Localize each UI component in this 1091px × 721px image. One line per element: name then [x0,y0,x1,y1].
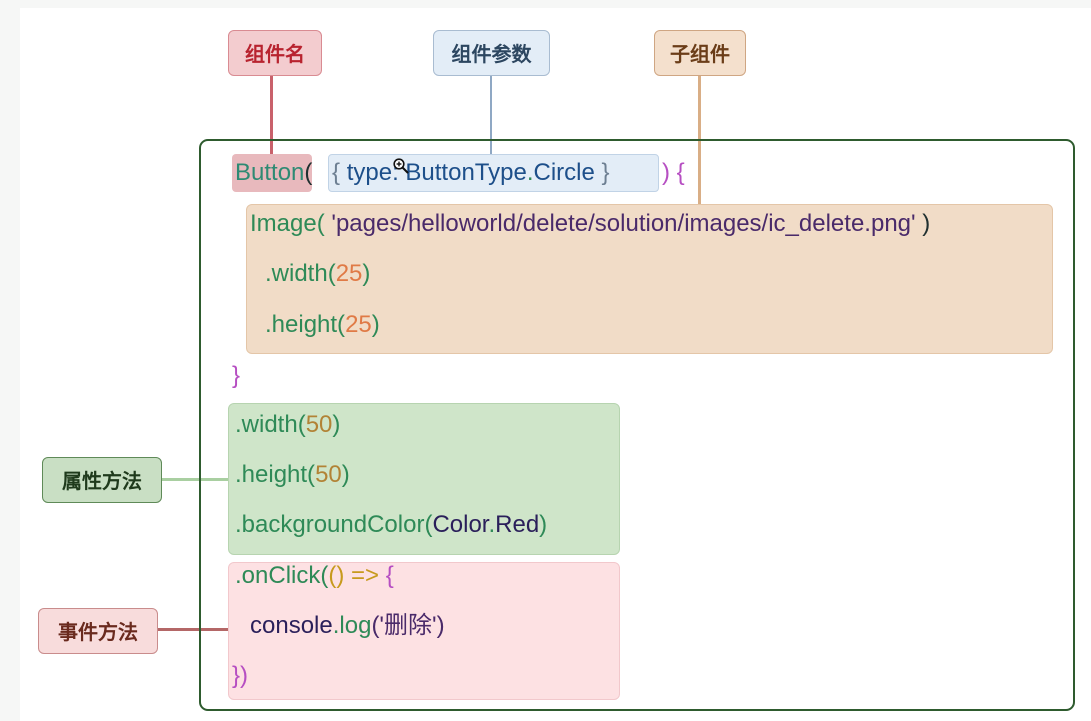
code-line-console: console.log('删除') [250,611,445,641]
code-line-attr-height: .height(50) [235,460,350,490]
code-attr-width-val: 50 [305,411,333,438]
code-arrow-brace: { [385,562,394,589]
code-attr-height-close: ) [341,461,350,488]
code-onclick: .onClick( [235,562,329,589]
code-attr-bg-value: Red [495,511,540,538]
code-image-close: ) [922,210,931,237]
code-attr-bg: .backgroundColor( [235,511,433,538]
code-child-width: .width( [265,260,336,287]
code-child-width-close: ) [362,260,371,287]
code-line-children-close: } [232,361,240,391]
label-child-component: 子组件 [654,30,746,76]
code-attr-height: .height( [235,461,316,488]
label-attribute-methods: 属性方法 [42,457,162,503]
code-brace-close: } [601,159,610,186]
code-child-height-val: 25 [345,311,372,338]
code-line-image: Image( 'pages/helloworld/delete/solution… [250,209,930,239]
code-attr-bg-close: ) [539,511,548,538]
code-line-close: ) { [662,158,685,188]
code-open-paren: ( [304,159,313,186]
code-param-key: type [346,159,393,186]
code-attr-bg-enum: Color [432,511,489,538]
code-attr-width: .width( [235,411,306,438]
code-line-child-height: .height(25) [265,310,380,340]
code-children-close: } [232,362,241,389]
code-line-child-width: .width(25) [265,259,370,289]
code-line-attr-bg: .backgroundColor(Color.Red) [235,510,547,540]
label-component-params: 组件参数 [433,30,550,76]
code-log: log [339,612,372,639]
code-line-onclick: .onClick(() => { [235,561,394,591]
label-component-name: 组件名 [228,30,322,76]
code-param-value: Circle [533,159,595,186]
code-line-params: { type: ButtonType.Circle } [332,158,610,188]
code-param-enum: ButtonType [405,159,527,186]
code-child-height: .height( [265,311,346,338]
code-line-attr-width: .width(50) [235,410,340,440]
code-dot: . [526,159,534,186]
zoom-in-icon [393,158,409,174]
label-event-methods: 事件方法 [38,608,158,654]
code-image-call: Image( [250,210,325,237]
code-console: console [250,612,333,639]
code-brace-open: { [332,159,341,186]
code-image-path: 'pages/helloworld/delete/solution/images… [331,210,916,237]
code-close-paren-brace: ) { [662,159,685,186]
code-attr-height-val: 50 [315,461,342,488]
code-event-close: }) [232,662,249,689]
code-log-arg: ('删除') [371,612,445,639]
code-child-height-close: ) [371,311,380,338]
code-line-event-close: }) [232,661,248,691]
code-line-button: Button( [235,158,319,188]
code-attr-width-close: ) [332,411,341,438]
code-button-name: Button [235,159,305,186]
code-arrow-fn: () => [328,562,380,589]
code-child-width-val: 25 [335,260,363,287]
